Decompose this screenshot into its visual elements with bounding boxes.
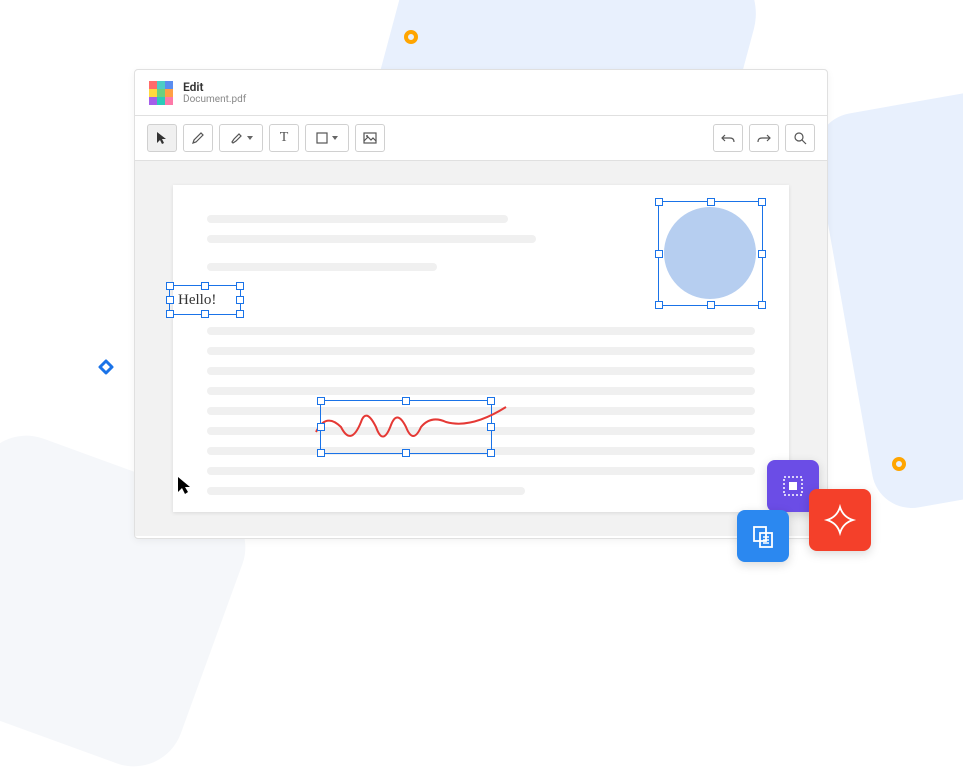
shape-tool-button[interactable] <box>305 124 349 152</box>
square-icon <box>316 132 328 144</box>
draw-tool-button[interactable] <box>183 124 213 152</box>
text-placeholder <box>207 327 755 335</box>
selected-scribble-object[interactable] <box>320 400 492 454</box>
chevron-down-icon <box>247 136 253 140</box>
resize-handle[interactable] <box>236 296 244 304</box>
pencil-icon <box>191 131 205 145</box>
copy-icon <box>750 523 776 549</box>
text-placeholder <box>207 487 525 495</box>
deco-circle-icon <box>404 30 418 44</box>
text-placeholder <box>207 467 755 475</box>
resize-handle[interactable] <box>655 250 663 258</box>
page-title: Edit <box>183 80 246 94</box>
redo-button[interactable] <box>749 124 779 152</box>
text-placeholder <box>207 215 508 223</box>
resize-handle[interactable] <box>201 282 209 290</box>
search-button[interactable] <box>785 124 815 152</box>
select-tool-button[interactable] <box>147 124 177 152</box>
resize-handle[interactable] <box>487 449 495 457</box>
text-placeholder <box>207 387 755 395</box>
resize-handle[interactable] <box>166 282 174 290</box>
text-placeholder <box>207 347 755 355</box>
resize-handle[interactable] <box>758 250 766 258</box>
highlight-tool-button[interactable] <box>219 124 263 152</box>
circle-shape <box>664 207 756 299</box>
resize-handle[interactable] <box>758 198 766 206</box>
filename-label: Document.pdf <box>183 94 246 105</box>
resize-handle[interactable] <box>317 397 325 405</box>
resize-handle[interactable] <box>655 301 663 309</box>
resize-handle[interactable] <box>317 449 325 457</box>
toolbar: T <box>135 116 827 161</box>
selected-text-object[interactable]: Hello! <box>169 285 241 315</box>
image-icon <box>363 132 377 144</box>
text-placeholder <box>207 235 536 243</box>
chevron-down-icon <box>332 136 338 140</box>
resize-handle[interactable] <box>236 282 244 290</box>
window-header: Edit Document.pdf <box>135 70 827 116</box>
text-tool-button[interactable]: T <box>269 124 299 152</box>
copy-tile[interactable] <box>737 510 789 562</box>
resize-handle[interactable] <box>317 423 325 431</box>
search-icon <box>793 131 807 145</box>
resize-handle[interactable] <box>166 296 174 304</box>
bg-decoration <box>810 86 963 515</box>
resize-handle[interactable] <box>758 301 766 309</box>
resize-handle[interactable] <box>707 198 715 206</box>
canvas-area[interactable]: Hello! <box>135 161 827 536</box>
select-all-icon <box>781 474 805 498</box>
text-icon: T <box>280 130 289 146</box>
resize-handle[interactable] <box>655 198 663 206</box>
cursor-icon <box>156 131 168 145</box>
undo-button[interactable] <box>713 124 743 152</box>
app-logo-icon <box>149 81 173 105</box>
star-shape-icon <box>823 503 857 537</box>
resize-handle[interactable] <box>402 397 410 405</box>
deco-cross-icon <box>97 358 113 374</box>
selected-circle-object[interactable] <box>658 201 763 306</box>
editor-window: Edit Document.pdf T <box>134 69 828 539</box>
resize-handle[interactable] <box>201 310 209 318</box>
document-page[interactable]: Hello! <box>173 185 789 512</box>
star-shape-tile[interactable] <box>809 489 871 551</box>
resize-handle[interactable] <box>487 397 495 405</box>
undo-icon <box>721 132 735 144</box>
marker-icon <box>229 131 243 145</box>
resize-handle[interactable] <box>402 449 410 457</box>
scribble-drawing <box>311 397 511 457</box>
image-tool-button[interactable] <box>355 124 385 152</box>
cursor-pointer-icon <box>177 476 193 496</box>
redo-icon <box>757 132 771 144</box>
text-placeholder <box>207 367 755 375</box>
text-placeholder <box>207 263 437 271</box>
resize-handle[interactable] <box>236 310 244 318</box>
resize-handle[interactable] <box>166 310 174 318</box>
resize-handle[interactable] <box>487 423 495 431</box>
resize-handle[interactable] <box>707 301 715 309</box>
deco-circle-icon <box>892 457 906 471</box>
